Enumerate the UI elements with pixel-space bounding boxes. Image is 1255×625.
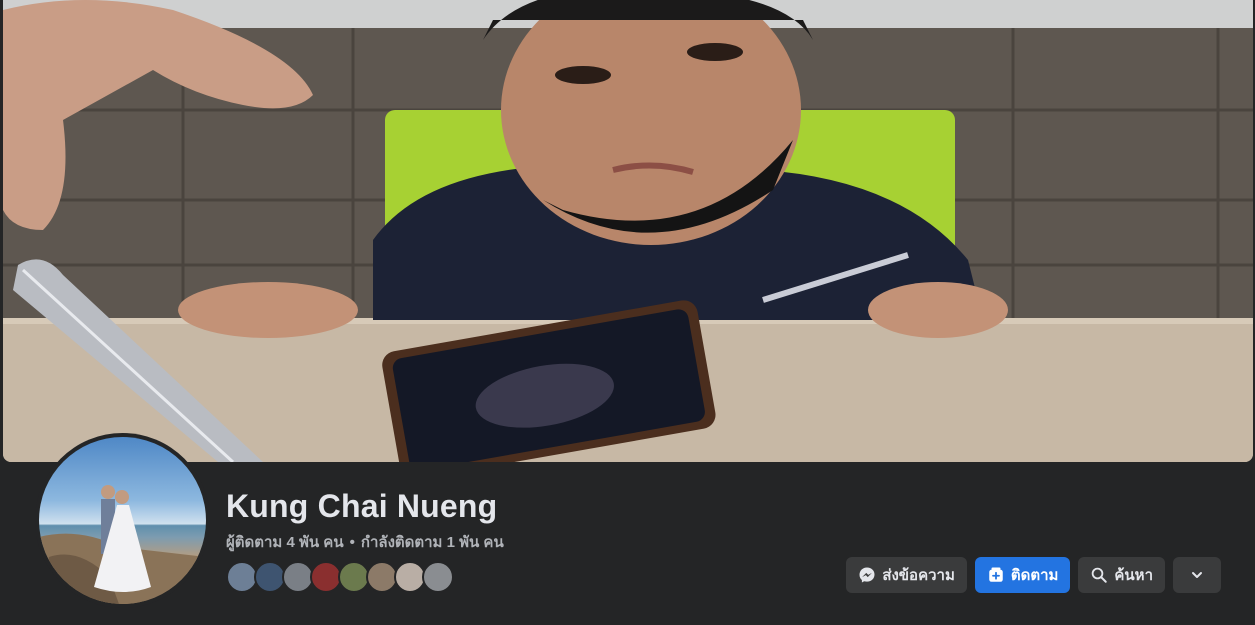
profile-actions: ส่งข้อความ ติดตาม ค้นหา [846,557,1221,593]
messenger-icon [858,566,876,584]
profile-stats: ผู้ติดตาม 4 พัน คน • กำลังติดตาม 1 พัน ค… [226,530,504,554]
following-count[interactable]: กำลังติดตาม 1 พัน คน [361,530,504,554]
follow-button-label: ติดตาม [1010,567,1059,584]
profile-avatar[interactable] [39,437,206,604]
profile-page: Kung Chai Nueng ผู้ติดตาม 4 พัน คน • กำล… [0,0,1255,625]
more-options-button[interactable] [1173,557,1221,593]
cover-photo[interactable] [3,0,1253,462]
stats-separator: • [349,533,355,551]
search-button-label: ค้นหา [1114,567,1153,584]
follow-button[interactable]: ติดตาม [974,557,1071,593]
chevron-down-icon [1189,567,1205,583]
search-icon [1090,566,1108,584]
cover-photo-illustration [3,0,1253,462]
follower-avatars [226,561,454,593]
profile-name: Kung Chai Nueng [226,488,498,524]
search-button[interactable]: ค้นหา [1078,557,1165,593]
followers-count[interactable]: ผู้ติดตาม 4 พัน คน [226,530,344,554]
profile-avatar-ring[interactable] [35,433,210,608]
profile-avatar-illustration [39,485,206,604]
message-button[interactable]: ส่งข้อความ [846,557,967,593]
follow-plus-icon [987,566,1005,584]
follower-avatar[interactable] [422,561,454,593]
message-button-label: ส่งข้อความ [882,567,955,584]
